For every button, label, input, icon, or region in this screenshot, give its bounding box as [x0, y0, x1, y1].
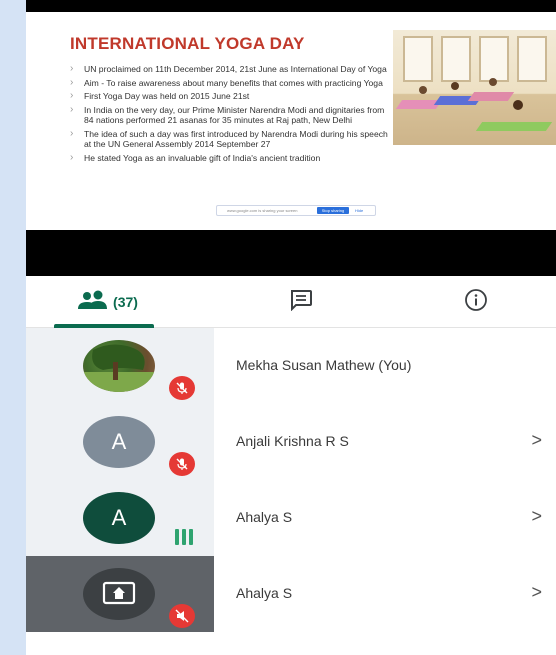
chevron-right-icon[interactable]: >: [531, 506, 542, 527]
tab-chat[interactable]: [276, 276, 326, 328]
meet-screen: INTERNATIONAL YOGA DAY UN proclaimed on …: [0, 0, 556, 655]
participant-row[interactable]: Mekha Susan Mathew (You): [26, 328, 556, 404]
participant-name: Ahalya S: [236, 585, 293, 601]
people-icon: [77, 290, 109, 315]
chevron-right-icon[interactable]: >: [531, 582, 542, 603]
top-bar: [26, 0, 556, 12]
muted-mic-icon: [169, 452, 195, 476]
hide-button[interactable]: Hide: [355, 208, 363, 213]
left-border: [0, 0, 26, 655]
tab-info[interactable]: [451, 276, 501, 328]
slide-bullet: The idea of such a day was first introdu…: [70, 129, 390, 150]
slide-bullet: In India on the very day, our Prime Mini…: [70, 105, 390, 126]
screen-share-bar: www.google.com is sharing your screen St…: [216, 205, 376, 216]
slide-bullets: UN proclaimed on 11th December 2014, 21s…: [70, 64, 390, 166]
participant-name: Mekha Susan Mathew (You): [236, 357, 412, 373]
speaking-indicator-icon: [175, 529, 193, 545]
shared-slide: INTERNATIONAL YOGA DAY UN proclaimed on …: [26, 12, 556, 230]
avatar-photo: [83, 340, 155, 392]
chat-icon: [289, 289, 313, 316]
participant-row[interactable]: A Ahalya S >: [26, 480, 556, 556]
participant-row[interactable]: A Anjali Krishna R S >: [26, 404, 556, 480]
bottom-spacer: [26, 633, 556, 655]
info-icon: [464, 288, 488, 317]
yoga-photo: [393, 30, 556, 145]
share-bar-text: www.google.com is sharing your screen: [227, 208, 298, 213]
participant-row[interactable]: Ahalya S >: [26, 556, 556, 632]
avatar-initial: A: [83, 492, 155, 544]
muted-speaker-icon: [169, 604, 195, 628]
muted-mic-icon: [169, 376, 195, 400]
slide-bullet: He stated Yoga as an invaluable gift of …: [70, 153, 390, 164]
participant-list: Mekha Susan Mathew (You) A Anjali Krishn…: [26, 328, 556, 633]
presenting-icon: [83, 568, 155, 620]
tab-bar: (37): [26, 276, 556, 328]
slide-bullet: UN proclaimed on 11th December 2014, 21s…: [70, 64, 390, 75]
stop-sharing-button[interactable]: Stop sharing: [317, 207, 349, 214]
chevron-right-icon[interactable]: >: [531, 430, 542, 451]
participant-count: (37): [113, 294, 138, 310]
avatar-initial: A: [83, 416, 155, 468]
slide-title: INTERNATIONAL YOGA DAY: [70, 34, 305, 53]
slide-bullet: Aim - To raise awareness about many bene…: [70, 78, 390, 89]
tab-people[interactable]: (37): [50, 276, 165, 328]
participant-name: Anjali Krishna R S: [236, 433, 349, 449]
video-letterbox: [26, 230, 556, 276]
slide-bullet: First Yoga Day was held on 2015 June 21s…: [70, 91, 390, 102]
participant-name: Ahalya S: [236, 509, 293, 525]
